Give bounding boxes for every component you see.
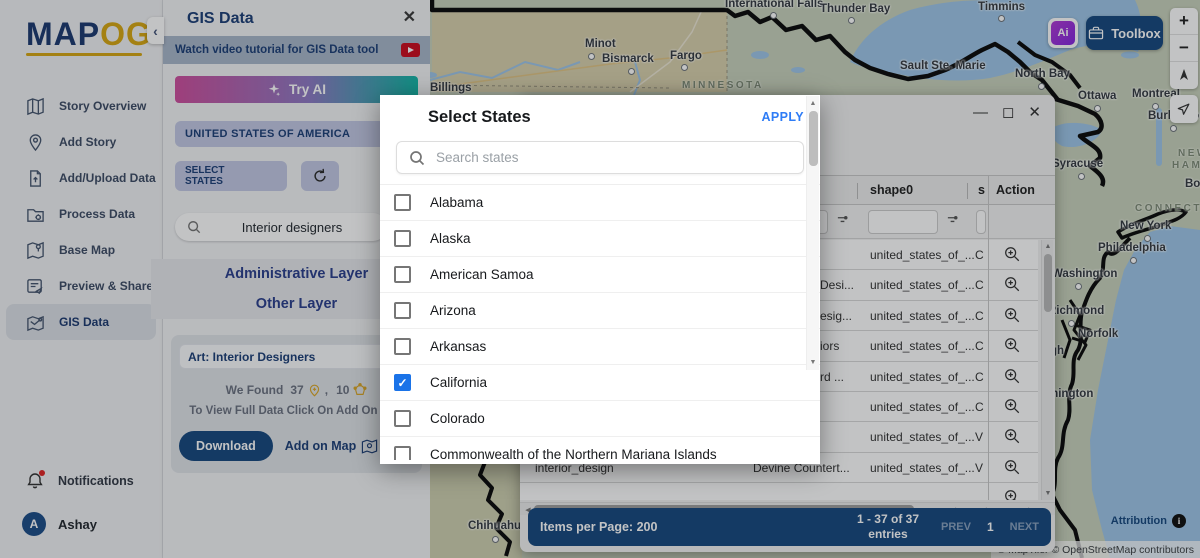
states-search-input[interactable]: [436, 150, 791, 165]
modal-scroll-down[interactable]: ▼: [807, 359, 819, 366]
state-label: American Samoa: [430, 267, 534, 282]
apply-button[interactable]: APPLY: [761, 110, 804, 124]
unchecked-checkbox[interactable]: [394, 410, 411, 427]
state-row-arkansas[interactable]: Arkansas: [380, 329, 820, 365]
search-icon: [410, 150, 425, 165]
unchecked-checkbox[interactable]: [394, 302, 411, 319]
states-list: Alabama Alaska American Samoa Arizona Arkans…: [380, 184, 820, 460]
state-label: Arkansas: [430, 339, 487, 354]
state-label: Commonwealth of the Northern Mariana Isl…: [430, 447, 717, 460]
state-row-commonwealth-of-the-northern-mariana-islands[interactable]: Commonwealth of the Northern Mariana Isl…: [380, 437, 820, 460]
unchecked-checkbox[interactable]: [394, 194, 411, 211]
state-row-american-samoa[interactable]: American Samoa: [380, 257, 820, 293]
state-label: Alaska: [430, 231, 471, 246]
modal-scroll-up[interactable]: ▲: [807, 100, 819, 107]
state-label: Alabama: [430, 195, 484, 210]
select-states-modal: Select States APPLY Alabama Alaska America…: [380, 95, 820, 464]
state-row-alabama[interactable]: Alabama: [380, 185, 820, 221]
state-label: Arizona: [430, 303, 476, 318]
unchecked-checkbox[interactable]: [394, 230, 411, 247]
unchecked-checkbox[interactable]: [394, 266, 411, 283]
state-label: California: [430, 375, 488, 390]
unchecked-checkbox[interactable]: [394, 338, 411, 355]
state-row-alaska[interactable]: Alaska: [380, 221, 820, 257]
states-search-box: [396, 141, 804, 174]
modal-title: Select States: [428, 107, 531, 126]
state-row-arizona[interactable]: Arizona: [380, 293, 820, 329]
unchecked-checkbox[interactable]: [394, 446, 411, 460]
state-row-california[interactable]: ✓ California: [380, 365, 820, 401]
checked-checkbox[interactable]: ✓: [394, 374, 411, 391]
state-row-colorado[interactable]: Colorado: [380, 401, 820, 437]
modal-scrollbar[interactable]: ▲ ▼: [806, 96, 819, 370]
state-label: Colorado: [430, 411, 485, 426]
